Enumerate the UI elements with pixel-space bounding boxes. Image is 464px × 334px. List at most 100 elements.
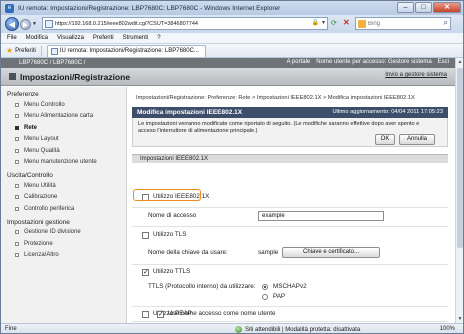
sidebar: Preferenze Menu Controllo Menu Alimentaz… [1,87,127,323]
sidebar-item-menu-layout[interactable]: Menu Layout [1,134,126,146]
sidebar-item-alimentazione-carta[interactable]: Menu Alimentazione carta [1,111,126,123]
tab-label: IU remota: Impostazioni/Registrazione: L… [59,48,199,54]
bullet-icon [15,148,19,153]
minimize-button[interactable]: – [397,2,414,13]
mail-admin-link[interactable]: Invio a gestore sistema [385,72,447,78]
sidebar-item-label: Rete [24,124,38,131]
maximize-button[interactable]: □ [415,2,432,13]
window-title: IU remota: Impostazioni/Registrazione: L… [18,4,281,12]
cancel-button[interactable]: Annulla [399,134,435,145]
menu-favorites[interactable]: Preferiti [93,35,114,41]
menu-edit[interactable]: Modifica [26,35,48,41]
use-tls-checkbox[interactable] [142,232,149,239]
favorites-button[interactable]: ★ Preferiti [6,46,36,55]
divider [132,306,448,307]
scroll-up-icon[interactable]: ▲ [456,58,463,66]
bullet-icon [15,241,19,246]
divider [132,321,448,322]
menu-help[interactable]: ? [157,35,160,41]
divider [132,226,448,227]
radio-pap-label: PAP [273,293,286,300]
zoom-level[interactable]: 100% [440,326,455,332]
sidebar-item-label: Menu Controllo [24,101,65,108]
bullet-icon [15,125,19,130]
globe-icon [235,326,242,333]
url-dropdown-icon[interactable]: ▾ [322,19,325,26]
logout-link[interactable]: Esci [438,59,449,65]
close-button[interactable]: ✕ [433,2,461,13]
scrollbar-thumb[interactable] [457,68,463,248]
stop-icon[interactable]: ✕ [343,18,350,27]
panel-title: Modifica impostazioni IEEE802.1X [137,109,243,116]
menu-tools[interactable]: Strumenti [123,35,149,41]
main-content: Impostazioni/Registrazione: Preferenze: … [128,87,455,323]
vertical-scrollbar[interactable]: ▲ ▼ [455,58,463,323]
radio-mschapv2[interactable] [262,284,268,290]
use-login-as-user-label: Uso nome accesso come nome utente [168,310,276,317]
sidebar-item-menu-utilita[interactable]: Menu Utilità [1,180,126,192]
sidebar-item-gestione-id-divisione[interactable]: Gestione ID divisione [1,227,126,239]
address-bar: ◀ ▶ ▼ https://192.168.0.215/ieee802wdit.… [1,15,463,33]
page-viewport: LBP7680C / LBP7680C / A portale Nome ute… [1,58,455,323]
sidebar-item-label: Protezione [24,240,53,247]
forward-button[interactable]: ▶ [20,18,31,30]
sidebar-section-preferenze: Preferenze [7,91,39,98]
back-button[interactable]: ◀ [5,17,19,31]
sidebar-item-label: Gestione ID divisione [24,229,81,236]
sidebar-item-label: Calibrazione [24,194,58,201]
sidebar-item-label: Menu Layout [24,136,59,143]
menu-view[interactable]: Visualizza [57,35,84,41]
sidebar-item-menu-qualita[interactable]: Menu Qualità [1,145,126,157]
key-certificate-button[interactable]: Chiave e certificato... [282,247,380,258]
sidebar-item-controllo-periferica[interactable]: Controllo periferica [1,203,126,215]
key-name-value: sample [258,249,279,256]
history-dropdown-icon[interactable]: ▼ [32,21,37,27]
bullet-icon [15,183,19,188]
star-icon: ★ [6,46,14,55]
bullet-icon [15,195,19,200]
browser-tab[interactable]: IU remota: Impostazioni/Registrazione: L… [46,44,206,57]
page-header: Impostazioni/Registrazione Invio a gesto… [1,68,455,86]
portal-link[interactable]: A portale [287,59,311,65]
search-box[interactable]: ⌕ [355,17,451,30]
sidebar-item-label: Menu Alimentazione carta [24,113,94,120]
refresh-icon[interactable]: ⟳ [331,19,337,27]
use-ttls-label: Utilizzo TTLS [153,268,191,275]
sidebar-item-menu-controllo[interactable]: Menu Controllo [1,99,126,111]
page-title: Impostazioni/Registrazione [20,71,131,82]
breadcrumb: Impostazioni/Registrazione: Preferenze: … [136,95,415,101]
security-zone-label: Siti attendibili | Modalità protetta: di… [245,326,361,333]
header-square-icon [9,73,16,80]
tab-page-icon [50,47,58,55]
sidebar-item-rete[interactable]: Rete [1,122,126,134]
url-text[interactable]: https://192.168.0.215/ieee802wdit.cgi?CS… [55,21,198,27]
status-bar: Fine Siti attendibili | Modalità protett… [1,323,463,333]
divider [132,207,448,208]
login-name-input[interactable] [258,211,384,221]
ok-button[interactable]: OK [375,134,395,145]
sidebar-item-protezione[interactable]: Protezione [1,238,126,250]
url-box[interactable]: https://192.168.0.215/ieee802wdit.cgi?CS… [42,17,328,30]
use-login-as-user-checkbox[interactable] [157,310,164,318]
sidebar-item-manutenzione-utente[interactable]: Menu manutenzione utente [1,157,126,169]
favorites-label: Preferiti [15,47,36,54]
sidebar-item-calibrazione[interactable]: Calibrazione [1,192,126,204]
sidebar-item-licenza-altro[interactable]: Licenza/Altro [1,250,126,262]
radio-pap[interactable] [262,294,268,300]
search-icon[interactable]: ⌕ [444,18,448,28]
use-ttls-checkbox[interactable] [142,268,149,276]
search-input[interactable] [368,20,434,27]
lock-icon[interactable]: 🔒 [312,19,319,26]
key-name-label: Nome della chiave da usare: [148,249,228,256]
menu-file[interactable]: File [7,35,17,41]
login-name-label: Nome di accesso [148,212,197,219]
sidebar-item-label: Menu Utilità [24,182,56,189]
ie-app-icon: e [5,3,14,13]
highlight-outline [133,189,201,201]
printer-bar: LBP7680C / LBP7680C / A portale Nome ute… [1,58,455,68]
ttls-protocol-label: TTLS (Protocollo interno) da utilizzare: [148,283,256,290]
bullet-icon [15,114,19,119]
bullet-icon [15,206,19,211]
favorites-bar: ★ Preferiti IU remota: Impostazioni/Regi… [1,44,463,58]
scroll-down-icon[interactable]: ▼ [456,315,463,323]
